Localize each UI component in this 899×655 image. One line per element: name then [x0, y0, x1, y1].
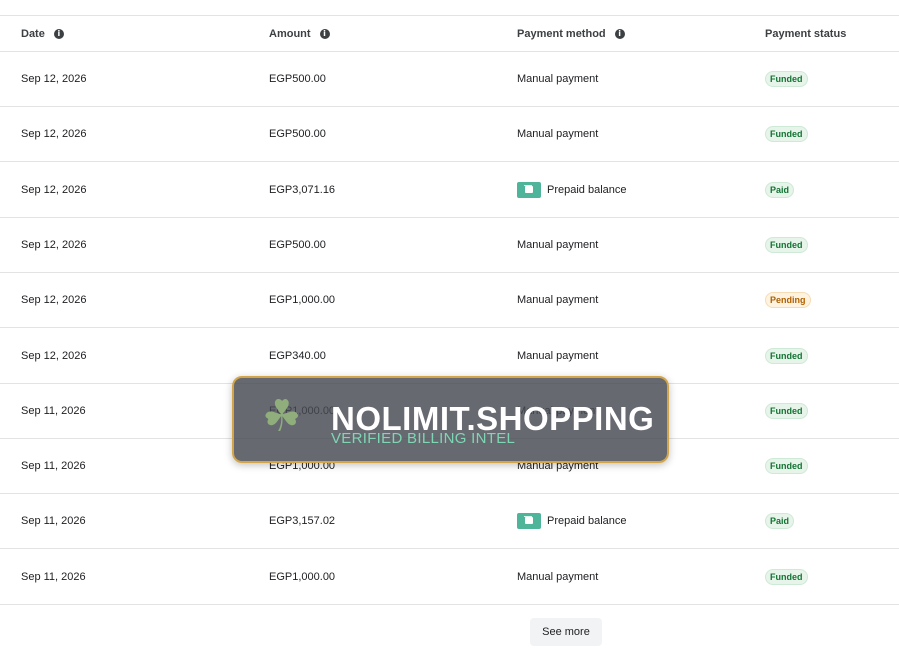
header-amount[interactable]: Amount i	[269, 16, 330, 51]
header-payment-status: Payment status	[765, 16, 846, 51]
status-badge: Funded	[765, 125, 808, 142]
payment-method-cell: Manual payment	[517, 106, 598, 161]
watermark-tagline: VERIFIED BILLING INTEL	[331, 430, 516, 447]
amount-cell: EGP500.00	[269, 238, 326, 251]
amount-cell: EGP1,000.00	[269, 570, 336, 583]
amount-cell: EGP500.00	[269, 72, 326, 85]
header-payment-method-label: Payment method	[517, 27, 606, 40]
payment-status-cell: Funded	[765, 51, 808, 106]
payment-method-label: Manual payment	[517, 349, 599, 362]
payment-status-cell: Paid	[765, 162, 795, 217]
payment-method-label: Manual payment	[517, 570, 599, 583]
payment-status-cell: Funded	[765, 328, 808, 383]
date-cell: Sep 12, 2026	[21, 127, 87, 140]
amount-cell: EGP340.00	[269, 349, 326, 362]
payment-status-cell: Paid	[765, 493, 795, 548]
info-icon[interactable]: i	[53, 28, 64, 39]
date-cell: Sep 11, 2026	[21, 404, 86, 417]
payment-status-cell: Funded	[765, 549, 808, 604]
payment-method-cell: Prepaid balance	[517, 162, 627, 217]
amount-cell: EGP1,000.00	[269, 293, 336, 306]
see-more-button[interactable]: See more	[530, 618, 602, 646]
status-badge: Paid	[765, 181, 795, 198]
status-badge: Funded	[765, 402, 808, 419]
status-badge: Funded	[765, 70, 808, 87]
payment-method-cell: Manual payment	[517, 217, 598, 272]
table-row[interactable]: Sep 11, 2026 EGP1,000.00 Manual payment Fun…	[0, 549, 899, 605]
payment-method-cell: Manual payment	[517, 328, 598, 383]
payment-method-label: Manual payment	[517, 72, 599, 85]
status-badge: Paid	[765, 512, 795, 529]
date-cell: Sep 12, 2026	[21, 238, 87, 251]
clover-icon: ☘	[262, 391, 302, 442]
amount-cell: EGP500.00	[269, 127, 326, 140]
payment-method-label: Manual payment	[517, 293, 599, 306]
table-row[interactable]: Sep 12, 2026 EGP500.00 Manual payment Funde…	[0, 51, 899, 107]
payment-status-cell: Funded	[765, 217, 808, 272]
header-date[interactable]: Date i	[21, 16, 64, 51]
watermark-banner: ☘ NOLIMIT.SHOPPING VERIFIED BILLING INTE…	[232, 376, 669, 463]
payment-method-label: Manual payment	[517, 238, 599, 251]
table-row[interactable]: Sep 12, 2026 EGP500.00 Manual payment Funde…	[0, 217, 899, 273]
status-badge: Pending	[765, 291, 811, 308]
date-cell: Sep 12, 2026	[21, 349, 87, 362]
table-header: Date i Amount i Payment method i Payment…	[0, 16, 899, 52]
table-row[interactable]: Sep 12, 2026 EGP3,071.16 Prepaid balance Pa…	[0, 162, 899, 218]
payment-status-cell: Funded	[765, 106, 808, 161]
amount-cell: EGP3,071.16	[269, 183, 336, 196]
header-payment-method[interactable]: Payment method i	[517, 16, 625, 51]
status-badge: Funded	[765, 347, 808, 364]
wallet-icon	[517, 181, 541, 198]
payment-method-cell: Manual payment	[517, 549, 598, 604]
payment-status-cell: Funded	[765, 438, 808, 493]
date-cell: Sep 11, 2026	[21, 459, 86, 472]
date-cell: Sep 11, 2026	[21, 570, 86, 583]
payment-status-cell: Funded	[765, 383, 808, 438]
date-cell: Sep 12, 2026	[21, 72, 87, 85]
status-badge: Funded	[765, 457, 808, 474]
date-cell: Sep 12, 2026	[21, 293, 87, 306]
header-payment-status-label: Payment status	[765, 27, 847, 40]
payment-method-label: Prepaid balance	[547, 183, 627, 196]
wallet-icon	[517, 512, 541, 529]
amount-cell: EGP3,157.02	[269, 514, 336, 527]
payment-method-cell: Prepaid balance	[517, 493, 627, 548]
header-amount-label: Amount	[269, 27, 311, 40]
payment-status-cell: Pending	[765, 272, 811, 327]
status-badge: Funded	[765, 568, 808, 585]
table-row[interactable]: Sep 12, 2026 EGP1,000.00 Manual payment Pen…	[0, 272, 899, 328]
table-row[interactable]: Sep 12, 2026 EGP500.00 Manual payment Funde…	[0, 106, 899, 162]
payment-method-label: Prepaid balance	[547, 514, 627, 527]
info-icon[interactable]: i	[614, 28, 625, 39]
status-badge: Funded	[765, 236, 808, 253]
payment-method-cell: Manual payment	[517, 272, 598, 327]
table-row[interactable]: Sep 11, 2026 EGP3,157.02 Prepaid balance Pa…	[0, 493, 899, 549]
payment-method-label: Manual payment	[517, 127, 599, 140]
date-cell: Sep 12, 2026	[21, 183, 87, 196]
header-date-label: Date	[21, 27, 45, 40]
date-cell: Sep 11, 2026	[21, 514, 86, 527]
payment-method-cell: Manual payment	[517, 51, 598, 106]
info-icon[interactable]: i	[319, 28, 330, 39]
